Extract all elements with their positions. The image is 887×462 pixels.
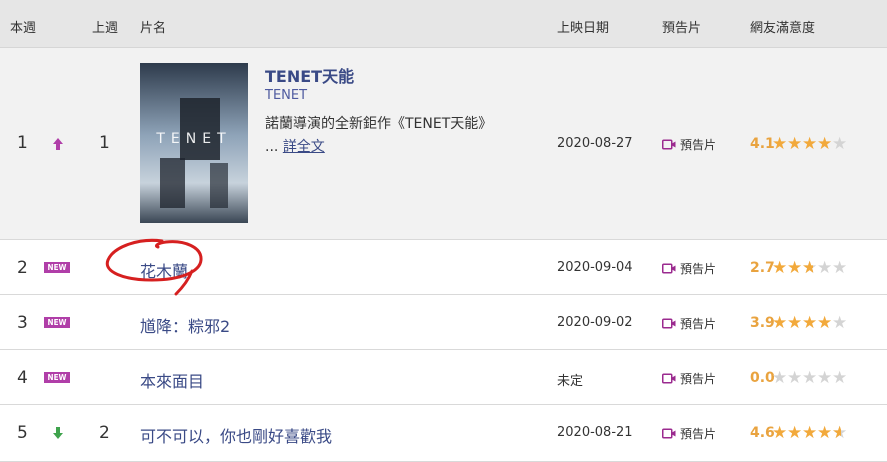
col-release-date: 上映日期 <box>557 21 610 36</box>
new-badge: NEW <box>44 372 70 383</box>
movie-poster[interactable]: TENET <box>140 63 248 223</box>
rating: 3.9 ★★★★★ <box>750 313 847 332</box>
table-row: 4 NEW 本來面目 未定 預告片 0.0 ★★★★★ <box>0 350 887 405</box>
trailer-link[interactable]: 預告片 <box>662 315 716 332</box>
star-icon: ★ <box>787 313 803 333</box>
trailer-label: 預告片 <box>680 317 717 331</box>
col-trailer: 預告片 <box>662 21 702 36</box>
release-date: 2020-09-04 <box>557 260 633 275</box>
star-icon: ★ <box>817 258 833 278</box>
trailer-link[interactable]: 預告片 <box>662 136 716 153</box>
table-header: 本週 上週 片名 上映日期 預告片 網友滿意度 <box>0 0 887 48</box>
col-last-week: 上週 <box>92 21 119 36</box>
star-icon: ★ <box>802 368 818 388</box>
video-camera-icon <box>662 139 676 150</box>
rating-score: 0.0 <box>750 369 775 386</box>
star-icon: ★ <box>832 258 848 278</box>
trailer-label: 預告片 <box>680 138 717 152</box>
annotation-circle <box>105 238 203 296</box>
star-icon: ★ ★ <box>832 423 848 443</box>
release-date: 未定 <box>557 374 584 389</box>
rank: 5 <box>17 423 28 443</box>
table-row: 1 1 TENET TENET天能 TENET 諾蘭導演的全新鉅作《TENET天… <box>0 48 887 240</box>
star-icon: ★ ★ <box>802 258 818 278</box>
rank: 1 <box>17 133 28 153</box>
trailer-link[interactable]: 預告片 <box>662 370 716 387</box>
video-camera-icon <box>662 263 676 274</box>
rank: 2 <box>17 258 28 278</box>
star-icon: ★ <box>772 368 788 388</box>
movie-description: 諾蘭導演的全新鉅作《TENET天能》 <box>265 116 493 132</box>
star-icon: ★ <box>817 423 833 443</box>
video-camera-icon <box>662 373 676 384</box>
video-camera-icon <box>662 318 676 329</box>
trailer-label: 預告片 <box>680 262 717 276</box>
ellipsis: ... <box>265 139 279 155</box>
star-icon: ★ <box>817 368 833 388</box>
rating-score: 2.7 <box>750 259 775 276</box>
trailer-label: 預告片 <box>680 372 717 386</box>
trailer-link[interactable]: 預告片 <box>662 260 716 277</box>
rating: 4.6 ★★★★★ ★ <box>750 423 847 442</box>
table-row: 5 2 可不可以，你也剛好喜歡我 2020-08-21 預告片 4.6 ★★★★… <box>0 405 887 462</box>
english-title: TENET <box>265 88 308 103</box>
release-date: 2020-09-02 <box>557 315 633 330</box>
star-icon: ★ <box>832 368 848 388</box>
read-more-link[interactable]: 詳全文 <box>283 139 325 155</box>
star-icon: ★ <box>802 313 818 333</box>
star-icon: ★ <box>832 313 848 333</box>
star-icon: ★ <box>772 134 788 154</box>
new-badge: NEW <box>44 262 70 273</box>
last-week-rank: 2 <box>99 423 110 443</box>
star-icon: ★ <box>787 423 803 443</box>
rating: 0.0 ★★★★★ <box>750 368 847 387</box>
rating-score: 3.9 <box>750 314 775 331</box>
poster-wordmark: TENET <box>155 131 231 147</box>
rating-score: 4.6 <box>750 424 775 441</box>
release-date: 2020-08-21 <box>557 425 633 440</box>
movie-title-link[interactable]: 可不可以，你也剛好喜歡我 <box>140 423 332 447</box>
rating-stars: ★★★★★ <box>772 313 847 332</box>
rating-stars: ★★★★★★ <box>772 258 847 277</box>
movie-title-link[interactable]: TENET天能 <box>265 63 354 87</box>
rating-stars: ★★★★★★ <box>772 423 847 442</box>
table-row: 3 NEW 馗降：粽邪2 2020-09-02 預告片 3.9 ★★★★★ <box>0 295 887 350</box>
trailer-link[interactable]: 預告片 <box>662 425 716 442</box>
rating-stars: ★★★★★ <box>772 134 847 153</box>
star-icon: ★ <box>772 258 788 278</box>
movie-title-link[interactable]: 馗降：粽邪2 <box>140 313 230 337</box>
col-rating: 網友滿意度 <box>750 21 816 36</box>
star-icon: ★ <box>832 134 848 154</box>
star-icon: ★ <box>787 258 803 278</box>
rating: 2.7 ★★★ ★ ★★ <box>750 258 847 277</box>
arrow-up-icon <box>53 138 63 150</box>
star-icon: ★ <box>772 313 788 333</box>
star-icon: ★ <box>802 134 818 154</box>
last-week-rank: 1 <box>99 133 110 153</box>
col-this-week: 本週 <box>10 21 37 36</box>
release-date: 2020-08-27 <box>557 136 633 151</box>
video-camera-icon <box>662 428 676 439</box>
description-more: ... 詳全文 <box>265 136 325 156</box>
star-icon: ★ <box>817 134 833 154</box>
arrow-down-icon <box>53 427 63 439</box>
rank: 4 <box>17 368 28 388</box>
star-icon: ★ <box>802 423 818 443</box>
trailer-label: 預告片 <box>680 427 717 441</box>
rank: 3 <box>17 313 28 333</box>
star-icon: ★ <box>817 313 833 333</box>
rating: 4.1 ★★★★★ <box>750 134 847 153</box>
movie-title-link[interactable]: 本來面目 <box>140 368 204 392</box>
rating-score: 4.1 <box>750 135 775 152</box>
col-title: 片名 <box>140 21 167 36</box>
star-icon: ★ <box>787 134 803 154</box>
star-icon: ★ <box>787 368 803 388</box>
new-badge: NEW <box>44 317 70 328</box>
box-office-table: 本週 上週 片名 上映日期 預告片 網友滿意度 1 1 TENET TENET天… <box>0 0 887 462</box>
rating-stars: ★★★★★ <box>772 368 847 387</box>
star-icon: ★ <box>772 423 788 443</box>
